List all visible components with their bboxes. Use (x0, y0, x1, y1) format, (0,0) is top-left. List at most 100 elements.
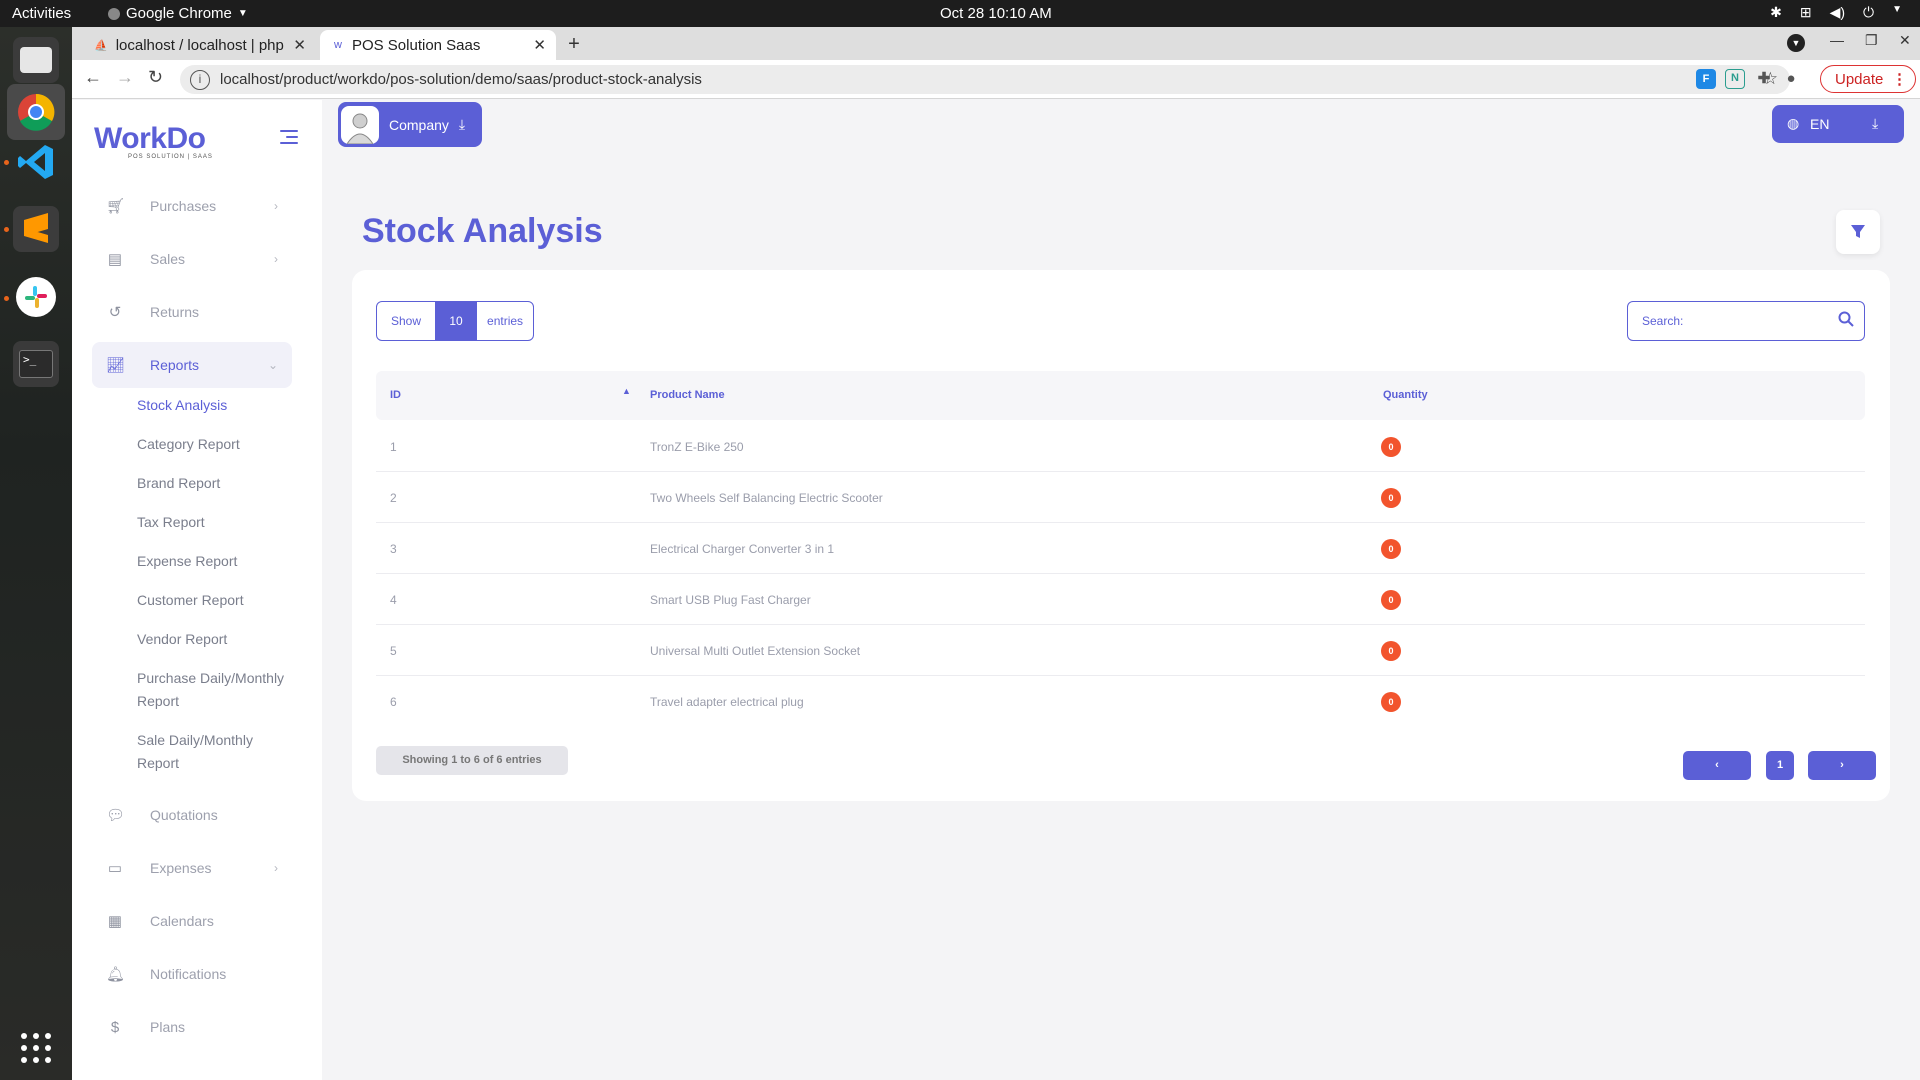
sub-brand-report[interactable]: Brand Report (137, 472, 297, 495)
app-menu-label: Google Chrome (126, 5, 232, 22)
table-row: 6 Travel adapter electrical plug 0 (376, 676, 1865, 727)
close-tab-icon[interactable]: ✕ (533, 36, 546, 54)
back-icon[interactable]: ← (84, 67, 102, 88)
page-length-select[interactable]: Show 10 entries (376, 301, 535, 341)
table-info: Showing 1 to 6 of 6 entries (376, 746, 568, 775)
avatar (341, 105, 379, 144)
download-icon[interactable]: ⤓ (1872, 115, 1878, 132)
logo-subtitle: POS SOLUTION | SAAS (128, 154, 213, 160)
nav-reports[interactable]: 📈︎ Reports ⌄ (92, 342, 292, 388)
close-tab-icon[interactable]: ✕ (293, 36, 306, 54)
app-root: WorkDo POS SOLUTION | SAAS 🛒︎ Purchases … (72, 100, 1920, 1080)
chevron-right-icon: › (274, 861, 278, 875)
chrome-small-icon (108, 7, 120, 20)
slack-app-icon[interactable] (13, 274, 59, 320)
nav-expenses[interactable]: ▭ Expenses › (92, 845, 292, 891)
chrome-app-icon[interactable] (7, 84, 65, 140)
caret-down-icon[interactable]: ▼ (1892, 4, 1902, 21)
reload-icon[interactable]: ↻ (148, 67, 163, 88)
sub-stock-analysis[interactable]: Stock Analysis (137, 394, 297, 417)
menu-toggle-icon[interactable] (280, 130, 298, 144)
filter-button[interactable] (1836, 210, 1880, 254)
toolbar: ← → ↻ i localhost/product/workdo/pos-sol… (72, 60, 1920, 99)
sub-category-report[interactable]: Category Report (137, 433, 297, 456)
column-product-name[interactable]: Product Name (650, 389, 725, 401)
show-apps-icon[interactable] (13, 1025, 59, 1071)
tab-search-icon[interactable]: ▼ (1787, 34, 1805, 52)
nav-label: Purchases (150, 198, 217, 214)
cell-id: 4 (390, 593, 397, 607)
extension-f-icon[interactable]: F (1696, 69, 1716, 89)
phpmyadmin-favicon: ⛵ (94, 39, 108, 52)
sub-purchase-daily-monthly[interactable]: Purchase Daily/Monthly Report (137, 667, 287, 713)
tab-pos-solution[interactable]: ᴡ POS Solution Saas ✕ (320, 30, 556, 60)
next-page-button[interactable]: › (1808, 751, 1876, 780)
files-app-icon[interactable] (13, 37, 59, 83)
quantity-badge: 0 (1381, 437, 1401, 457)
app-menu[interactable]: Google Chrome ▼ (108, 5, 248, 22)
sub-sale-daily-monthly[interactable]: Sale Daily/Monthly Report (137, 729, 277, 775)
money-icon: ▭ (107, 860, 123, 877)
table-row: 3 Electrical Charger Converter 3 in 1 0 (376, 523, 1865, 574)
clock[interactable]: Oct 28 10:10 AM (940, 5, 1052, 22)
tab-title: localhost / localhost | php (115, 36, 284, 54)
sub-tax-report[interactable]: Tax Report (137, 511, 297, 534)
extension-n-icon[interactable]: N (1725, 69, 1745, 89)
sub-vendor-report[interactable]: Vendor Report (137, 628, 297, 651)
sub-customer-report[interactable]: Customer Report (137, 589, 297, 612)
sub-expense-report[interactable]: Expense Report (137, 550, 297, 573)
nav-label: Quotations (150, 807, 218, 823)
column-quantity[interactable]: Quantity (1383, 389, 1428, 401)
nav-returns[interactable]: ↺ Returns (92, 289, 292, 335)
more-menu-icon[interactable]: ⋮ (1892, 70, 1907, 88)
prev-page-button[interactable]: ‹ (1683, 751, 1751, 780)
profile-icon[interactable]: ● (1781, 69, 1801, 89)
system-tray[interactable]: ✱ ⊞ ◀) ⏻ ▼ (1770, 4, 1902, 21)
nav-purchases[interactable]: 🛒︎ Purchases › (92, 183, 292, 229)
search-input[interactable]: Search: (1627, 301, 1865, 341)
terminal-app-icon[interactable]: >_ (13, 341, 59, 387)
activities-button[interactable]: Activities (12, 5, 71, 22)
nav-notifications[interactable]: 🔔︎ Notifications (92, 951, 292, 997)
slack-tray-icon[interactable]: ✱ (1770, 4, 1782, 21)
update-button[interactable]: Update ⋮ (1820, 65, 1916, 93)
globe-icon: ◍ (1787, 115, 1800, 131)
cart-icon: 🛒︎ (106, 198, 126, 215)
sort-asc-icon[interactable]: ▲ (622, 386, 631, 396)
sublime-app-icon[interactable] (13, 206, 59, 252)
logo[interactable]: WorkDo POS SOLUTION | SAAS (94, 122, 213, 160)
company-button[interactable]: Company ⤓ (338, 102, 482, 147)
filter-icon (1851, 225, 1865, 238)
address-bar[interactable]: i localhost/product/workdo/pos-solution/… (180, 65, 1790, 94)
nav-quotations[interactable]: 💬︎ Quotations (92, 792, 292, 838)
volume-icon[interactable]: ◀) (1830, 4, 1845, 21)
site-info-icon[interactable]: i (190, 69, 210, 90)
tab-phpmyadmin[interactable]: ⛵ localhost / localhost | php ✕ (80, 30, 316, 60)
table-header: ID ▲ Product Name Quantity (376, 371, 1865, 420)
new-tab-button[interactable]: + (562, 33, 586, 57)
quantity-badge: 0 (1381, 539, 1401, 559)
cell-id: 6 (390, 695, 397, 709)
network-icon[interactable]: ⊞ (1800, 4, 1812, 21)
tab-title: POS Solution Saas (351, 36, 481, 54)
cell-id: 3 (390, 542, 397, 556)
page-size-value[interactable]: 10 (435, 302, 478, 340)
page-1-button[interactable]: 1 (1766, 751, 1794, 780)
quantity-badge: 0 (1381, 590, 1401, 610)
forward-icon[interactable]: → (116, 67, 134, 88)
nav-label: Returns (150, 304, 200, 320)
maximize-icon[interactable]: ❐ (1865, 32, 1878, 49)
nav-sales[interactable]: ▤ Sales › (92, 236, 292, 282)
nav-plans[interactable]: $ Plans (92, 1004, 292, 1050)
nav-calendars[interactable]: ▦ Calendars (92, 898, 292, 944)
language-button[interactable]: ◍ EN ⤓ (1772, 105, 1904, 143)
power-icon[interactable]: ⏻ (1863, 4, 1874, 21)
quantity-badge: 0 (1381, 641, 1401, 661)
page-title: Stock Analysis (362, 212, 603, 250)
minimize-icon[interactable]: — (1830, 32, 1844, 48)
vscode-app-icon[interactable] (13, 139, 59, 185)
nav-label: Plans (150, 1019, 186, 1035)
column-id[interactable]: ID (390, 389, 401, 401)
close-window-icon[interactable]: ✕ (1899, 32, 1911, 49)
extensions-puzzle-icon[interactable]: ✚ (1754, 69, 1774, 89)
